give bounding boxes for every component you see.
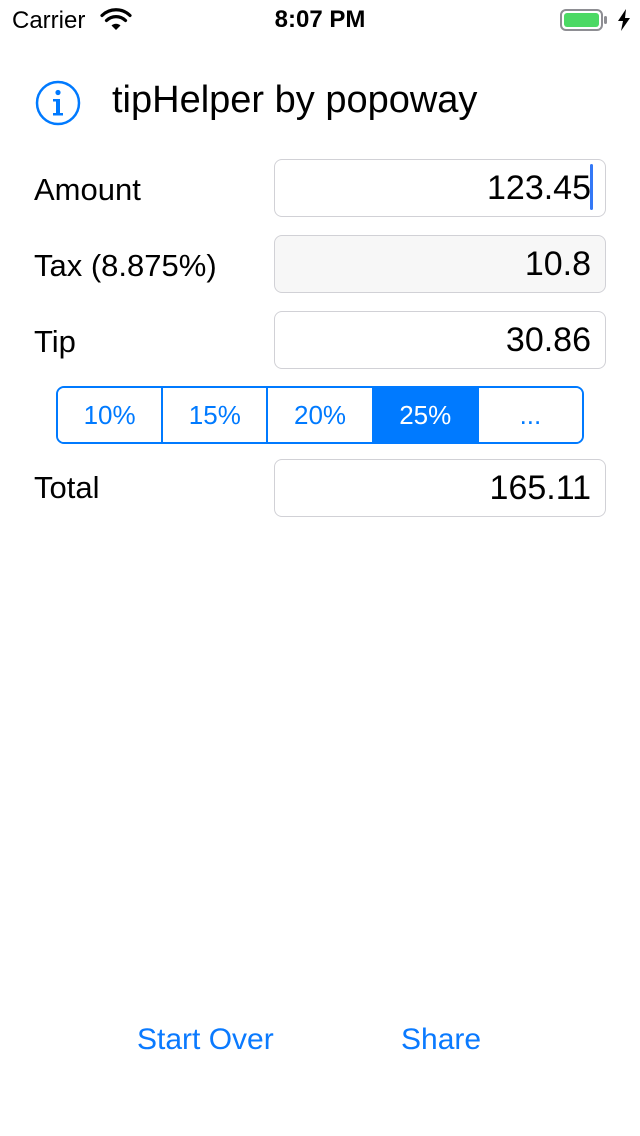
- tip-label: Tip: [34, 324, 76, 359]
- tip-option-10[interactable]: 10%: [58, 388, 164, 442]
- total-label: Total: [34, 470, 100, 505]
- tip-option-15[interactable]: 15%: [163, 388, 269, 442]
- tax-field: 10.8: [274, 235, 606, 293]
- tip-percentage-selector: 10% 15% 20% 25% ...: [56, 386, 584, 444]
- start-over-button[interactable]: Start Over: [137, 1020, 274, 1060]
- battery-icon: [560, 9, 607, 31]
- page-title: tipHelper by popoway: [112, 79, 478, 121]
- amount-label: Amount: [34, 172, 141, 207]
- tip-option-20[interactable]: 20%: [268, 388, 374, 442]
- tip-input[interactable]: [274, 311, 606, 369]
- status-bar: Carrier 8:07 PM: [0, 0, 640, 40]
- clock: 8:07 PM: [274, 6, 366, 33]
- app-header: tipHelper by popoway: [0, 60, 640, 140]
- tip-option-custom[interactable]: ...: [478, 388, 582, 442]
- tip-option-25[interactable]: 25%: [373, 388, 479, 442]
- tax-label: Tax (8.875%): [34, 248, 217, 283]
- amount-input[interactable]: [274, 159, 606, 217]
- share-button[interactable]: Share: [401, 1020, 481, 1060]
- info-icon[interactable]: [35, 80, 81, 126]
- charging-bolt-icon: [618, 9, 630, 31]
- text-caret: [590, 164, 593, 210]
- total-input[interactable]: [274, 459, 606, 517]
